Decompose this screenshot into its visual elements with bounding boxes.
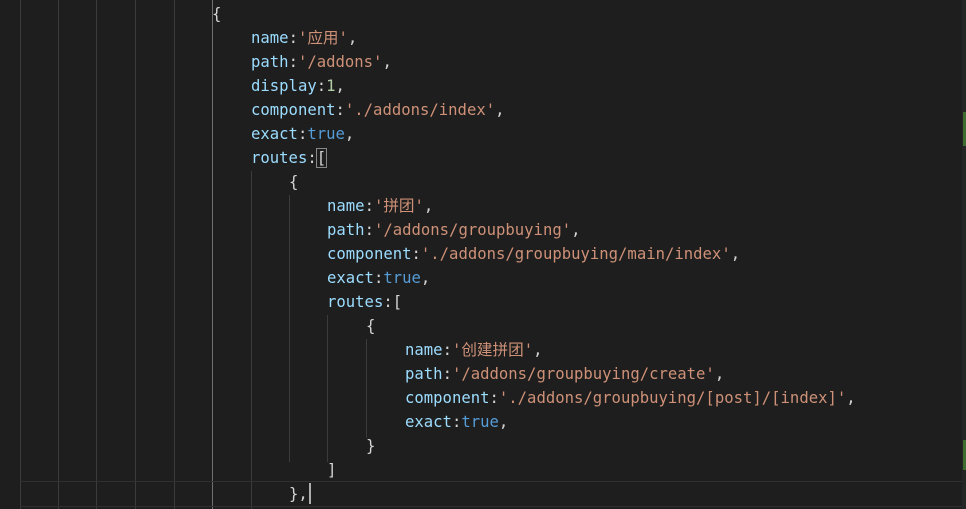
code-token: :	[442, 365, 452, 383]
code-line[interactable]: ]	[327, 458, 336, 482]
code-line[interactable]: {	[289, 170, 298, 194]
code-token: '/addons/groupbuying'	[373, 221, 572, 239]
code-token: '创建拼团'	[451, 341, 534, 359]
code-token: '拼团'	[373, 197, 424, 215]
code-token: :	[451, 413, 462, 431]
indent-guide	[96, 0, 97, 509]
code-token: {	[212, 5, 222, 23]
code-line[interactable]: display:1,	[251, 74, 345, 98]
code-token: './addons/index'	[344, 101, 496, 119]
code-line[interactable]: },	[289, 482, 308, 506]
code-token: true	[461, 413, 499, 431]
code-token: true	[307, 125, 345, 143]
indent-guide	[251, 171, 252, 509]
code-token: name	[405, 341, 443, 359]
indent-guide-active	[212, 0, 213, 509]
indent-guide	[135, 0, 136, 509]
code-token: component	[327, 245, 412, 263]
code-token: :	[316, 77, 327, 95]
code-token: :	[335, 101, 345, 119]
code-line[interactable]: component:'./addons/groupbuying/main/ind…	[327, 242, 740, 266]
indent-guide	[20, 0, 21, 509]
code-token: exact	[327, 269, 374, 287]
code-token: :	[288, 53, 298, 71]
code-token: {	[366, 317, 376, 335]
indent-guide	[327, 315, 328, 462]
code-token: [	[315, 148, 328, 168]
code-line[interactable]: path:'/addons/groupbuying/create',	[405, 362, 724, 386]
code-editor[interactable]: {name:'应用', path:'/addons', display:1, comp…	[0, 0, 966, 509]
code-token: ,	[714, 365, 725, 383]
code-token: path	[405, 365, 443, 383]
code-token: },	[289, 485, 308, 503]
code-token: :	[442, 341, 452, 359]
code-token: exact	[405, 413, 452, 431]
code-token: {	[289, 173, 299, 191]
code-token: :	[373, 269, 384, 287]
code-token: ,	[420, 269, 431, 287]
code-token: ,	[335, 77, 345, 95]
code-line[interactable]: exact:true,	[405, 410, 508, 434]
code-line[interactable]: name:'创建拼团',	[405, 338, 543, 362]
code-token: display	[251, 77, 317, 95]
text-cursor	[309, 483, 311, 504]
code-token: './addons/groupbuying/[post]/[index]'	[498, 389, 847, 407]
code-token: true	[383, 269, 421, 287]
code-token: ,	[423, 197, 434, 215]
overview-ruler[interactable]	[962, 0, 966, 509]
code-token: :	[307, 149, 317, 167]
code-line[interactable]: }	[366, 434, 375, 458]
code-line[interactable]: path:'/addons/groupbuying',	[327, 218, 581, 242]
code-line[interactable]: component:'./addons/groupbuying/[post]/[…	[405, 386, 856, 410]
code-token: :	[364, 197, 374, 215]
code-token: }	[366, 437, 376, 455]
code-token: :	[297, 125, 308, 143]
code-token: :	[411, 245, 421, 263]
code-token: :	[383, 293, 393, 311]
code-token: :	[364, 221, 374, 239]
code-token: routes	[327, 293, 384, 311]
code-token: path	[327, 221, 365, 239]
code-token: ,	[571, 221, 581, 239]
code-token: ,	[533, 341, 543, 359]
code-token: ,	[347, 29, 358, 47]
code-token: component	[251, 101, 336, 119]
code-token: :	[489, 389, 499, 407]
indent-guide	[58, 0, 59, 509]
indent-guide	[174, 0, 175, 509]
code-line[interactable]: exact:true,	[251, 122, 354, 146]
code-line[interactable]: routes:[	[251, 146, 328, 170]
code-token: ]	[327, 461, 337, 479]
code-line[interactable]: component:'./addons/index',	[251, 98, 505, 122]
indent-guide	[366, 339, 367, 438]
code-token: ,	[730, 245, 741, 263]
code-token: name	[327, 197, 365, 215]
code-line[interactable]: exact:true,	[327, 266, 430, 290]
code-line[interactable]: name:'应用',	[251, 26, 357, 50]
code-line[interactable]: path:'/addons',	[251, 50, 392, 74]
code-token: name	[251, 29, 289, 47]
code-token: path	[251, 53, 289, 71]
code-token: ,	[382, 53, 392, 71]
code-token: '应用'	[297, 29, 348, 47]
code-token: ,	[344, 125, 355, 143]
code-token: ,	[846, 389, 856, 407]
code-line[interactable]: {	[366, 314, 375, 338]
code-line[interactable]: routes:[	[327, 290, 402, 314]
code-token: '/addons'	[297, 53, 383, 71]
code-token: component	[405, 389, 490, 407]
code-token: '/addons/groupbuying/create'	[451, 365, 715, 383]
code-token: ,	[498, 413, 509, 431]
code-token: exact	[251, 125, 298, 143]
code-token: ,	[495, 101, 505, 119]
code-token: :	[288, 29, 298, 47]
code-token: 1	[326, 77, 336, 95]
current-line-highlight	[20, 481, 966, 507]
code-line[interactable]: name:'拼团',	[327, 194, 433, 218]
code-line[interactable]: {	[212, 2, 221, 26]
code-token: [	[392, 293, 403, 311]
code-token: './addons/groupbuying/main/index'	[420, 245, 731, 263]
indent-guide	[289, 195, 290, 462]
code-token: routes	[251, 149, 308, 167]
